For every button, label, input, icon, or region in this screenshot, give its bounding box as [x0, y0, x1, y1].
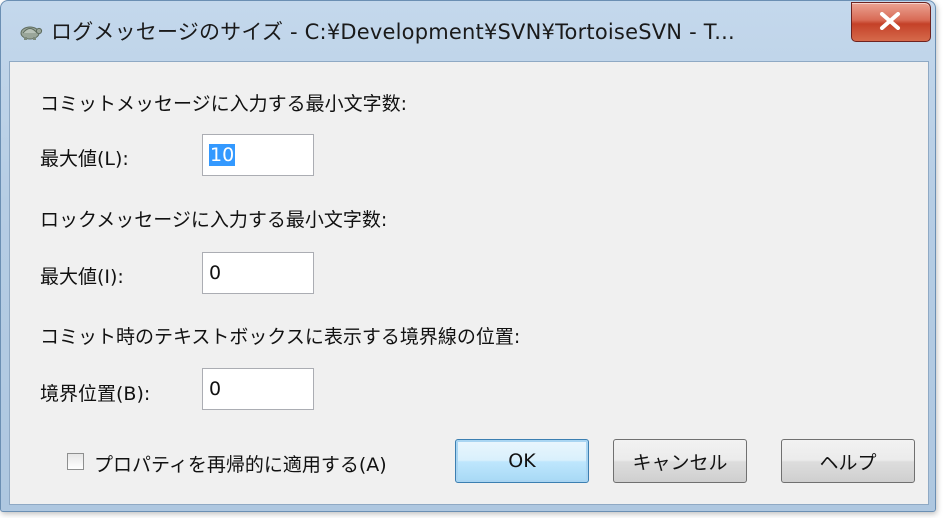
tortoisesvn-turtle-icon: [17, 18, 43, 44]
commit-min-chars-heading: コミットメッセージに入力する最小文字数:: [40, 93, 408, 115]
recursive-checkbox[interactable]: [67, 453, 84, 470]
lock-max-value: 0: [209, 262, 222, 284]
help-button[interactable]: ヘルプ: [781, 439, 915, 483]
border-position-label: 境界位置(B):: [40, 383, 151, 405]
lock-max-label: 最大値(I):: [40, 266, 124, 288]
dialog-window: ログメッセージのサイズ - C:¥Development¥SVN¥Tortois…: [0, 0, 936, 512]
close-button[interactable]: [851, 2, 931, 42]
border-position-value: 0: [209, 378, 222, 400]
commit-max-label: 最大値(L):: [40, 148, 129, 170]
cancel-button[interactable]: キャンセル: [613, 439, 747, 483]
border-position-input[interactable]: 0: [202, 368, 314, 410]
commit-max-input[interactable]: 10: [202, 134, 314, 176]
recursive-checkbox-label[interactable]: プロパティを再帰的に適用する(A): [94, 450, 387, 477]
close-icon: [880, 12, 900, 30]
window-title: ログメッセージのサイズ - C:¥Development¥SVN¥Tortois…: [51, 20, 735, 44]
lock-max-input[interactable]: 0: [202, 252, 314, 294]
commit-max-value: 10: [209, 144, 236, 166]
lock-min-chars-heading: ロックメッセージに入力する最小文字数:: [40, 209, 388, 231]
ok-button[interactable]: OK: [455, 439, 589, 483]
border-position-heading: コミット時のテキストボックスに表示する境界線の位置:: [40, 326, 521, 348]
title-bar[interactable]: ログメッセージのサイズ - C:¥Development¥SVN¥Tortois…: [1, 1, 935, 61]
